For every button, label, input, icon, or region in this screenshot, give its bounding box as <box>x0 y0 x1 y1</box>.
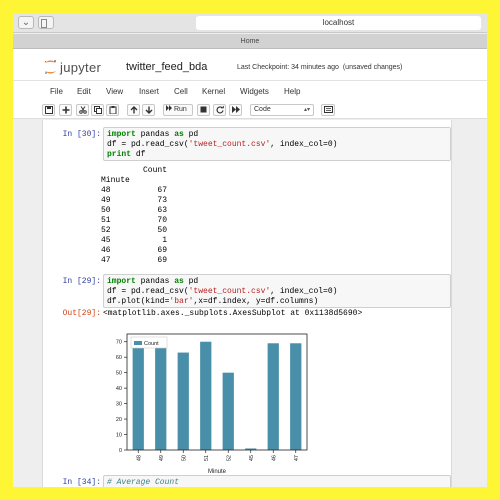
input-prompt: In [30]: <box>62 130 101 139</box>
y-tick-label: 60 <box>116 355 122 361</box>
jupyter-logo-icon[interactable] <box>43 59 58 75</box>
y-tick-label: 20 <box>116 417 122 423</box>
bar-chart: 0 10 20 30 40 50 60 70 48 49 50 51 52 45 46 47 Minute Cou… <box>116 333 308 474</box>
y-tick-label: 50 <box>116 371 122 377</box>
insert-cell-icon[interactable] <box>59 104 72 116</box>
select-arrows-icon: ▴▾ <box>303 107 310 113</box>
index-name: Minute <box>101 176 130 185</box>
run-button[interactable]: Run <box>163 104 193 116</box>
code-line: df = pd.read_csv('tweet_count.csv', inde… <box>107 140 338 149</box>
menu-cell[interactable]: Cell <box>174 87 188 96</box>
output-prompt: Out[29]: <box>62 309 101 318</box>
code-line: df = pd.read_csv('tweet_count.csv', inde… <box>107 287 338 296</box>
y-tick-label: 10 <box>116 433 122 439</box>
x-axis-label: Minute <box>208 469 227 474</box>
menu-insert[interactable]: Insert <box>139 87 159 96</box>
stop-icon[interactable] <box>197 104 210 116</box>
x-tick-label: 50 <box>181 455 187 461</box>
chart-axes-frame <box>126 333 308 451</box>
x-tick-label: 48 <box>136 455 142 461</box>
code-line: import pandas as pd <box>107 130 199 139</box>
notebook-toolbar: Run Code ▴▾ <box>13 102 487 119</box>
y-tick-label: 30 <box>116 402 122 408</box>
chart-bar <box>132 346 144 450</box>
chart-bar <box>177 352 189 450</box>
code-line: print df <box>107 150 146 159</box>
sidebar-toggle-icon[interactable] <box>38 16 54 29</box>
code-cell-input[interactable]: import pandas as pd df = pd.read_csv('tw… <box>103 127 451 161</box>
browser-titlebar: ⌄ localhost <box>13 13 487 33</box>
chart-bar <box>267 343 279 450</box>
move-up-icon[interactable] <box>127 104 140 116</box>
copy-icon[interactable] <box>91 104 104 116</box>
code-cell-input[interactable]: # Average Count <box>103 475 451 487</box>
x-tick-label: 45 <box>249 455 255 461</box>
x-tick-label: 51 <box>204 455 210 461</box>
move-down-icon[interactable] <box>142 104 155 116</box>
column-header: Count <box>142 166 167 175</box>
cell-type-value: Code <box>254 106 271 113</box>
notebook-area: In [30]: import pandas as pd df = pd.rea… <box>13 120 487 487</box>
chart-bar <box>222 372 234 450</box>
code-cell-input[interactable]: import pandas as pd df = pd.read_csv('tw… <box>103 274 451 308</box>
cut-icon[interactable] <box>76 104 89 116</box>
tab-home[interactable]: Home <box>13 34 487 49</box>
menu-view[interactable]: View <box>106 87 123 96</box>
output-text: <matplotlib.axes._subplots.AxesSubplot a… <box>103 309 363 318</box>
paste-icon[interactable] <box>106 104 119 116</box>
legend-label: Count <box>144 341 159 347</box>
notebook-name[interactable]: twitter_feed_bda <box>126 61 207 73</box>
chart-bar <box>200 341 212 450</box>
chart-bar <box>290 343 302 450</box>
browser-window: ⌄ localhost Home jupyter twitter_feed_bd… <box>13 13 487 487</box>
code-line: df.plot(kind='bar',x=df.index, y=df.colu… <box>107 297 319 306</box>
legend-swatch <box>134 341 142 345</box>
y-tick-label: 40 <box>116 386 122 392</box>
x-tick-label: 46 <box>271 455 277 461</box>
notebook-page: In [30]: import pandas as pd df = pd.rea… <box>42 120 452 487</box>
input-prompt: In [29]: <box>62 277 101 286</box>
code-line: import pandas as pd <box>107 277 199 286</box>
menu-file[interactable]: File <box>50 87 63 96</box>
menu-help[interactable]: Help <box>284 87 300 96</box>
menu-widgets[interactable]: Widgets <box>240 87 269 96</box>
chart-bar <box>155 337 167 450</box>
address-bar[interactable]: localhost <box>196 16 481 30</box>
x-tick-label: 47 <box>294 455 300 461</box>
cell-type-select[interactable]: Code ▴▾ <box>250 104 314 116</box>
checkpoint-status: Last Checkpoint: 34 minutes ago (unsaved… <box>237 64 403 71</box>
menubar: File Edit View Insert Cell Kernel Widget… <box>13 81 487 102</box>
fast-forward-icon[interactable] <box>229 104 242 116</box>
y-tick-label: 70 <box>116 340 122 346</box>
menu-edit[interactable]: Edit <box>77 87 91 96</box>
chevron-down-icon[interactable]: ⌄ <box>18 16 34 29</box>
save-icon[interactable] <box>42 104 55 116</box>
restart-icon[interactable] <box>213 104 226 116</box>
run-icon <box>166 105 172 111</box>
input-prompt: In [34]: <box>62 478 101 487</box>
jupyter-header: jupyter twitter_feed_bda Last Checkpoint… <box>13 49 487 81</box>
run-label: Run <box>173 106 187 113</box>
y-tick-label: 0 <box>119 448 122 454</box>
x-tick-label: 52 <box>226 455 232 461</box>
keyboard-icon[interactable] <box>321 104 335 116</box>
x-tick-label: 49 <box>159 455 165 461</box>
menu-kernel[interactable]: Kernel <box>202 87 225 96</box>
jupyter-wordmark: jupyter <box>60 60 102 75</box>
